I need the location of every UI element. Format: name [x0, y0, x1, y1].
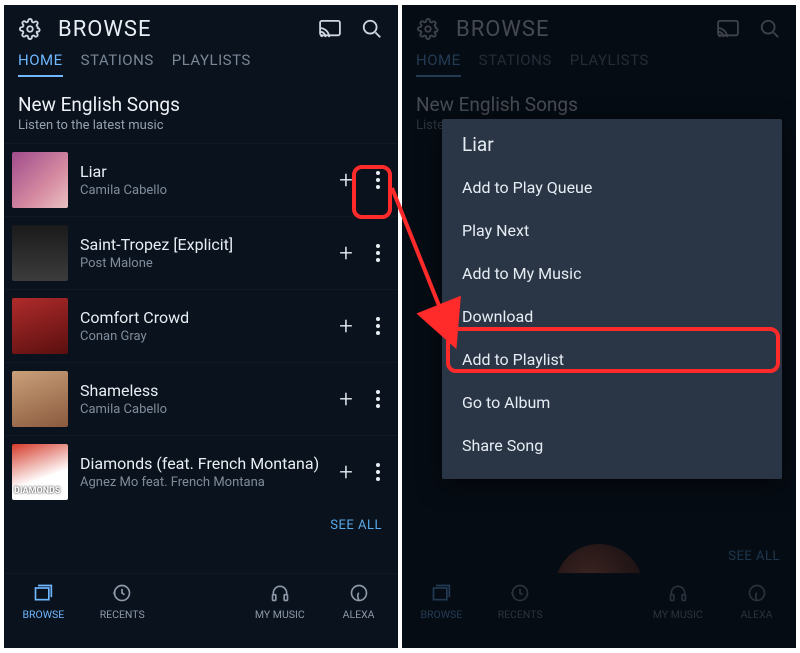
page-title: BROWSE: [58, 17, 316, 42]
add-icon[interactable]: +: [334, 460, 358, 484]
more-icon[interactable]: [368, 164, 388, 196]
album-art: DIAMONDS: [12, 444, 68, 500]
section-title: New English Songs: [18, 93, 384, 116]
nav-label: BROWSE: [23, 608, 65, 621]
nav-alexa[interactable]: ALEXA: [324, 582, 394, 621]
add-icon[interactable]: +: [334, 387, 358, 411]
menu-item-add-queue[interactable]: Add to Play Queue: [442, 166, 782, 209]
browse-icon: [32, 582, 54, 604]
menu-item-add-playlist[interactable]: Add to Playlist: [442, 338, 782, 381]
nav-recents[interactable]: RECENTS: [87, 582, 157, 621]
nav-label: RECENTS: [100, 608, 145, 621]
song-artist: Camila Cabello: [80, 183, 334, 198]
tabs: HOME STATIONS PLAYLISTS: [4, 51, 398, 85]
song-artist: Conan Gray: [80, 329, 334, 344]
song-row[interactable]: DIAMONDS Diamonds (feat. French Montana)…: [4, 435, 398, 508]
nav-label: ALEXA: [343, 608, 375, 621]
more-icon[interactable]: [368, 310, 388, 342]
menu-item-add-my-music[interactable]: Add to My Music: [442, 252, 782, 295]
tab-stations[interactable]: STATIONS: [81, 51, 154, 77]
song-artist: Camila Cabello: [80, 402, 334, 417]
menu-item-download[interactable]: Download: [442, 295, 782, 338]
song-title: Diamonds (feat. French Montana): [80, 454, 334, 473]
nav-browse[interactable]: BROWSE: [8, 582, 78, 621]
more-icon[interactable]: [368, 383, 388, 415]
album-art: [12, 152, 68, 208]
song-row[interactable]: Liar Camila Cabello +: [4, 143, 398, 216]
album-art: [12, 298, 68, 354]
section-heading: New English Songs Listen to the latest m…: [4, 85, 398, 135]
song-row[interactable]: Comfort Crowd Conan Gray +: [4, 289, 398, 362]
song-artist: Post Malone: [80, 256, 334, 271]
song-row[interactable]: Saint-Tropez [Explicit] Post Malone +: [4, 216, 398, 289]
tab-playlists[interactable]: PLAYLISTS: [172, 51, 251, 77]
menu-item-share[interactable]: Share Song: [442, 424, 782, 467]
song-list: Liar Camila Cabello + Saint-Tropez [Expl…: [4, 143, 398, 508]
cast-icon[interactable]: [316, 15, 344, 43]
album-art: [12, 371, 68, 427]
song-title: Comfort Crowd: [80, 308, 334, 327]
search-icon[interactable]: [358, 15, 386, 43]
bottom-nav: BROWSE RECENTS . MY MUSIC ALEXA: [4, 573, 398, 648]
tab-home[interactable]: HOME: [18, 51, 63, 77]
header: BROWSE: [4, 5, 398, 51]
song-title: Shameless: [80, 381, 334, 400]
nav-label: MY MUSIC: [255, 608, 305, 621]
add-icon[interactable]: +: [334, 241, 358, 265]
recents-icon: [111, 582, 133, 604]
song-artist: Agnez Mo feat. French Montana: [80, 475, 334, 490]
song-context-menu: Liar Add to Play Queue Play Next Add to …: [442, 119, 782, 479]
more-icon[interactable]: [368, 456, 388, 488]
nav-my-music[interactable]: MY MUSIC: [245, 582, 315, 621]
album-art: [12, 225, 68, 281]
alexa-icon: [348, 582, 370, 604]
phone-right: BROWSE HOME STATIONS PLAYLISTS New Engli…: [402, 5, 796, 648]
menu-item-play-next[interactable]: Play Next: [442, 209, 782, 252]
more-icon[interactable]: [368, 237, 388, 269]
add-icon[interactable]: +: [334, 168, 358, 192]
headphones-icon: [269, 582, 291, 604]
gear-icon[interactable]: [16, 15, 44, 43]
song-title: Saint-Tropez [Explicit]: [80, 235, 334, 254]
menu-title: Liar: [442, 133, 782, 166]
phone-left: BROWSE HOME STATIONS PLAYLISTS New Engli…: [4, 5, 398, 648]
add-icon[interactable]: +: [334, 314, 358, 338]
menu-item-go-album[interactable]: Go to Album: [442, 381, 782, 424]
song-row[interactable]: Shameless Camila Cabello +: [4, 362, 398, 435]
section-subtitle: Listen to the latest music: [18, 118, 384, 133]
song-title: Liar: [80, 162, 334, 181]
see-all-link[interactable]: SEE ALL: [4, 508, 398, 545]
